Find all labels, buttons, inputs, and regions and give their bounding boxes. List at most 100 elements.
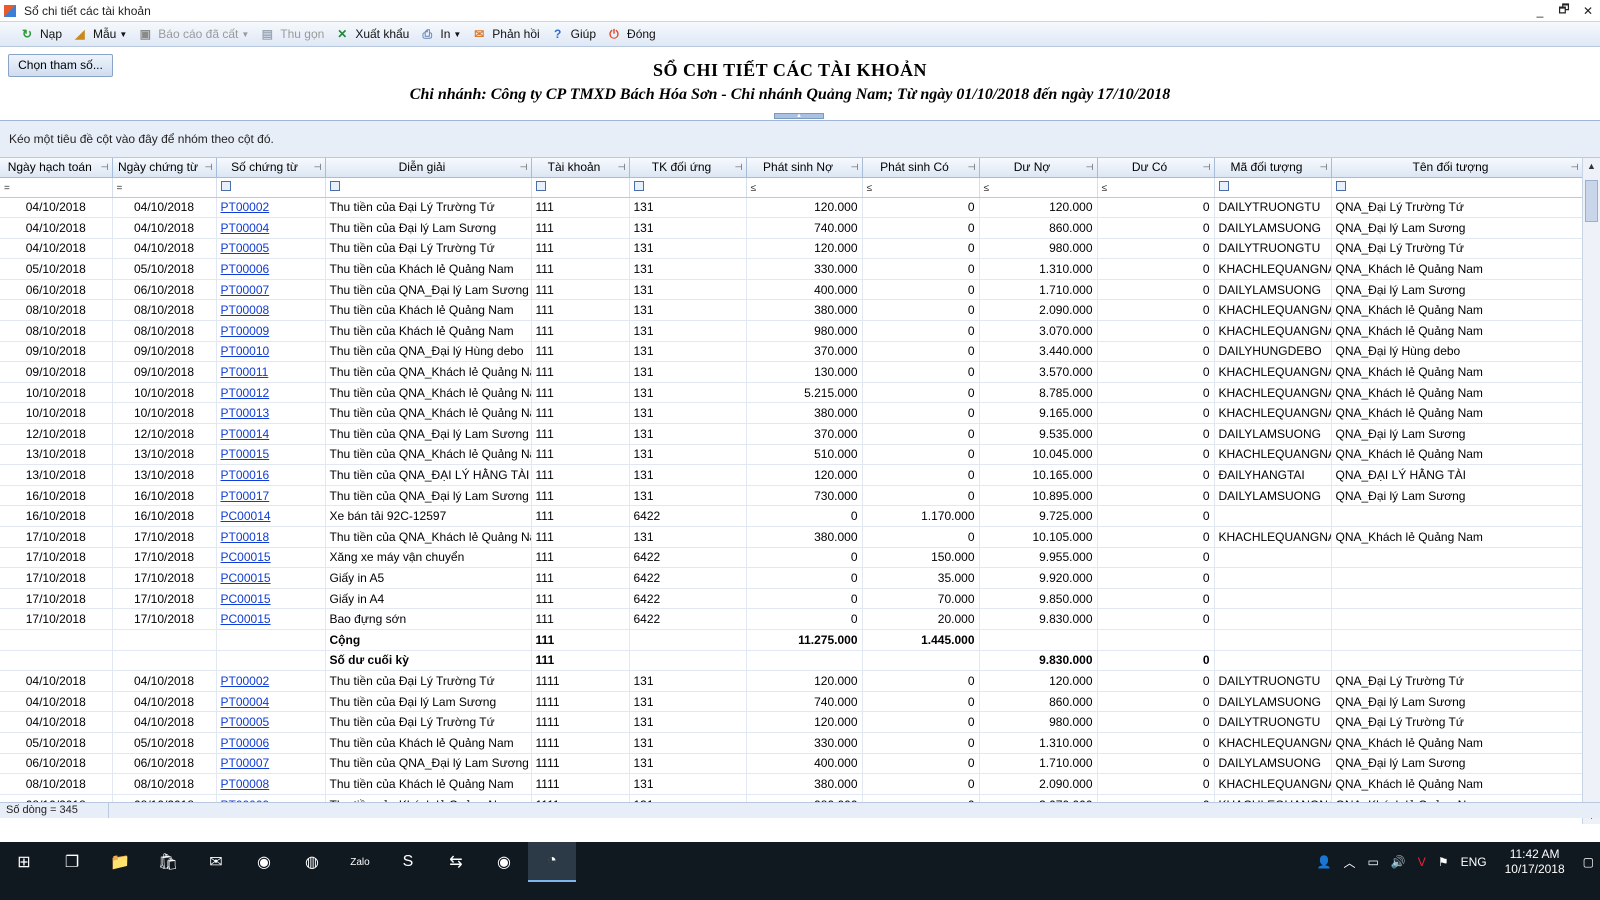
teamviewer-icon[interactable]: ⇆ — [432, 842, 480, 882]
voucher-link[interactable]: PT00008 — [221, 777, 270, 791]
table-row[interactable]: 05/10/2018 05/10/2018 PT00006 Thu tiền của … — [0, 732, 1583, 754]
splitter-handle[interactable]: ▲ — [774, 113, 824, 119]
toolbar-button-2[interactable]: ▣ Báo cáo đã cất ▼ — [132, 23, 254, 45]
table-row[interactable]: 09/10/2018 09/10/2018 PT00011 Thu tiền của … — [0, 361, 1583, 383]
chrome-icon[interactable]: ◉ — [240, 842, 288, 882]
dropdown-caret-icon[interactable]: ▼ — [453, 30, 461, 39]
table-row[interactable]: 17/10/2018 17/10/2018 PC00015 Bao đựng sớn 1… — [0, 608, 1583, 630]
pin-icon[interactable]: ⊣ — [1203, 162, 1211, 173]
table-row[interactable]: 17/10/2018 17/10/2018 PC00015 Xăng xe máy v… — [0, 547, 1583, 569]
toolbar-button-3[interactable]: ▤ Thu gọn — [254, 23, 329, 45]
voucher-link[interactable]: PT00016 — [221, 468, 270, 482]
store-icon[interactable]: 🛍 — [144, 842, 192, 882]
voucher-link[interactable]: PC00015 — [221, 571, 271, 585]
column-header[interactable]: Dư Có ⊣ — [1097, 158, 1215, 178]
table-row[interactable]: 05/10/2018 05/10/2018 PT00006 Thu tiền của … — [0, 258, 1583, 280]
group-panel[interactable]: Kéo một tiêu đề cột vào đây để nhóm theo… — [0, 121, 1600, 158]
pin-icon[interactable]: ⊣ — [735, 162, 743, 173]
voucher-link[interactable]: PT00002 — [221, 200, 270, 214]
filter-checkbox-icon[interactable] — [1335, 181, 1346, 191]
voucher-link[interactable]: PT00018 — [221, 530, 270, 544]
close-window-button[interactable]: ✕ — [1576, 4, 1600, 18]
table-row[interactable]: 08/10/2018 08/10/2018 PT00008 Thu tiền của … — [0, 299, 1583, 322]
table-row[interactable]: 08/10/2018 08/10/2018 PT00008 Thu tiền của … — [0, 773, 1583, 795]
file-explorer-icon[interactable]: 📁 — [96, 842, 144, 882]
voucher-link[interactable]: PT00004 — [221, 221, 270, 235]
pin-icon[interactable]: ⊣ — [314, 162, 322, 173]
filter-cell[interactable] — [1331, 177, 1583, 198]
pin-icon[interactable]: ⊣ — [1320, 162, 1328, 173]
clock[interactable]: 11:42 AM 10/17/2018 — [1493, 847, 1577, 877]
voucher-link[interactable]: PT00004 — [221, 695, 270, 709]
skype-icon[interactable]: S — [384, 842, 432, 882]
table-row[interactable]: 06/10/2018 06/10/2018 PT00007 Thu tiền của … — [0, 279, 1583, 301]
table-row[interactable]: 04/10/2018 04/10/2018 PT00005 Thu tiền của … — [0, 238, 1583, 260]
column-header[interactable]: Ngày hạch toán ⊣ — [0, 158, 113, 178]
table-row[interactable]: 04/10/2018 04/10/2018 PT00002 Thu tiền của … — [0, 197, 1583, 219]
voucher-link[interactable]: PT00007 — [221, 756, 270, 770]
table-row[interactable]: 08/10/201808/10/2018 PT00009 Thu tiền của … — [0, 320, 1583, 342]
table-row[interactable]: 17/10/2018 17/10/2018 PC00015 Giấy in A4 111… — [0, 588, 1583, 610]
filter-cell[interactable] — [1214, 177, 1332, 198]
toolbar-button-1[interactable]: ◢ Mẫu ▼ — [67, 23, 132, 45]
filter-cell[interactable] — [216, 177, 326, 198]
notifications-icon[interactable]: ▢ — [1577, 855, 1600, 869]
filter-cell[interactable]: ≤ — [862, 177, 980, 198]
toolbar-button-4[interactable]: ✕ Xuất khẩu — [329, 23, 414, 45]
pin-icon[interactable]: ⊣ — [618, 162, 626, 173]
column-header[interactable]: Tài khoản ⊣ — [531, 158, 630, 178]
firefox-icon[interactable]: ◍ — [288, 842, 336, 882]
voucher-link[interactable]: PT00002 — [221, 674, 270, 688]
voucher-link[interactable]: PT00006 — [221, 736, 270, 750]
table-row[interactable]: 10/10/2018 10/10/2018 PT00013 Thu tiền của … — [0, 402, 1583, 425]
pin-icon[interactable]: ⊣ — [101, 162, 109, 173]
volume-icon[interactable]: 🔊 — [1385, 855, 1412, 869]
table-row[interactable]: 04/10/2018 04/10/2018 PT00005 Thu tiền của … — [0, 711, 1583, 733]
people-icon[interactable]: 👤 — [1311, 855, 1338, 869]
tray-chevron-icon[interactable]: ︿ — [1337, 854, 1361, 871]
flag-icon[interactable]: ⚑ — [1432, 855, 1455, 869]
table-row[interactable]: 04/10/2018 04/10/2018 PT00004 Thu tiền của … — [0, 217, 1583, 239]
column-header[interactable]: Mã đối tượng ⊣ — [1214, 158, 1332, 178]
toolbar-button-5[interactable]: ⎙ In ▼ — [414, 23, 466, 45]
dropdown-caret-icon[interactable]: ▼ — [119, 30, 127, 39]
voucher-link[interactable]: PT00014 — [221, 427, 270, 441]
table-row[interactable]: 17/10/2018 17/10/2018 PT00018 Thu tiền của … — [0, 526, 1583, 548]
language-indicator[interactable]: ENG — [1455, 855, 1493, 869]
pin-icon[interactable]: ⊣ — [205, 162, 213, 173]
filter-cell[interactable] — [531, 177, 630, 198]
table-row[interactable]: 04/10/2018 04/10/2018 PT00004 Thu tiền của … — [0, 691, 1583, 713]
table-row[interactable]: 13/10/2018 13/10/2018 PT00015 Thu tiền của … — [0, 444, 1583, 466]
pin-icon[interactable]: ⊣ — [851, 162, 859, 173]
network-icon[interactable]: ▭ — [1362, 855, 1385, 869]
voucher-link[interactable]: PT00013 — [221, 406, 270, 420]
filter-cell[interactable]: ≤ — [979, 177, 1098, 198]
table-row[interactable]: 09/10/2018 09/10/2018 PT00010 Thu tiền của … — [0, 341, 1583, 363]
voucher-link[interactable]: PT00017 — [221, 489, 270, 503]
voucher-link[interactable]: PC00014 — [221, 509, 271, 523]
filter-operator-icon[interactable]: = — [117, 183, 123, 194]
table-row[interactable]: 16/10/2018 16/10/2018 PT00017 Thu tiền của … — [0, 485, 1583, 507]
table-row[interactable]: 12/10/2018 12/10/2018 PT00014 Thu tiền của … — [0, 423, 1583, 445]
minimize-button[interactable]: _ — [1528, 4, 1552, 18]
voucher-link[interactable]: PT00009 — [221, 324, 270, 338]
table-row[interactable]: 06/10/2018 06/10/2018 PT00007 Thu tiền của … — [0, 753, 1583, 775]
pin-icon[interactable]: ⊣ — [1571, 162, 1579, 173]
start-icon[interactable]: ⊞ — [0, 842, 48, 882]
filter-operator-icon[interactable]: ≤ — [1102, 183, 1108, 194]
filter-checkbox-icon[interactable] — [535, 181, 546, 191]
pin-icon[interactable]: ⊣ — [1086, 162, 1094, 173]
voucher-link[interactable]: PC00015 — [221, 612, 271, 626]
table-row[interactable]: Số dư cuối kỳ 111 9.830.000 0 — [0, 650, 1583, 672]
column-header[interactable]: TK đối ứng ⊣ — [629, 158, 747, 178]
toolbar-button-0[interactable]: ↻ Nạp — [14, 23, 67, 45]
voucher-link[interactable]: PT00008 — [221, 303, 270, 317]
table-row[interactable]: 04/10/2018 04/10/2018 PT00002 Thu tiền của … — [0, 670, 1583, 692]
voucher-link[interactable]: PT00010 — [221, 344, 270, 358]
zalo-icon[interactable]: Zalo — [336, 842, 384, 882]
pin-icon[interactable]: ⊣ — [968, 162, 976, 173]
voucher-link[interactable]: PC00015 — [221, 550, 271, 564]
voucher-link[interactable]: PT00015 — [221, 447, 270, 461]
column-header[interactable]: Phát sinh Có ⊣ — [862, 158, 980, 178]
filter-cell[interactable]: = — [0, 177, 113, 198]
